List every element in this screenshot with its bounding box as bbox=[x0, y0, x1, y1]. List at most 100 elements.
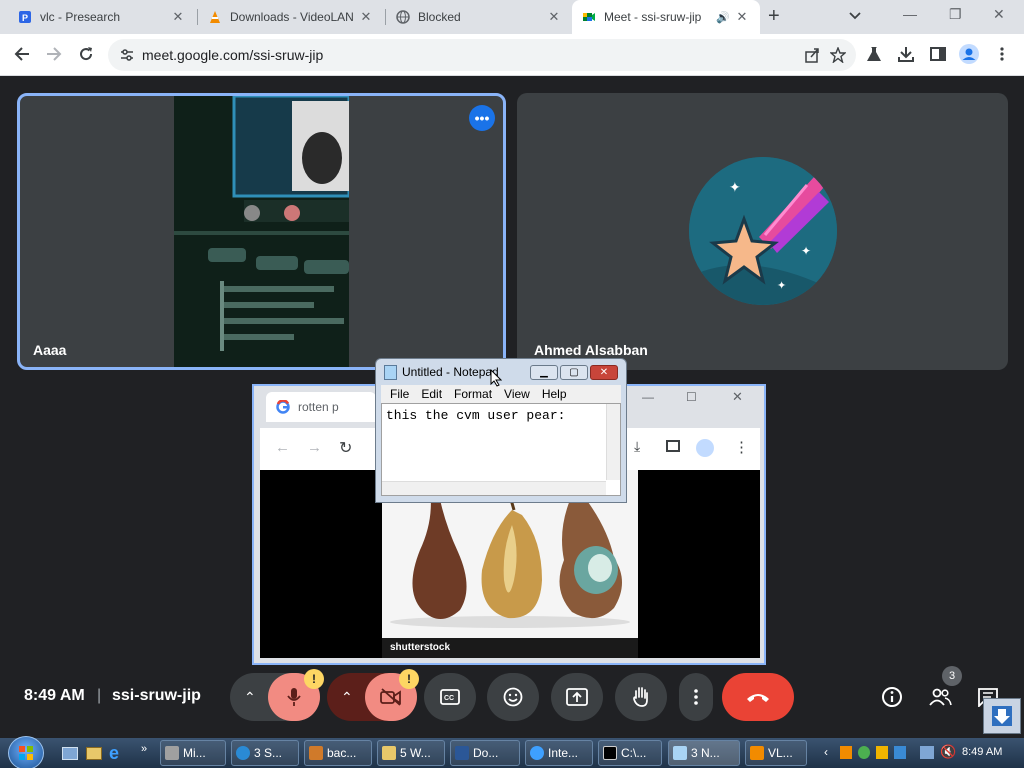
present-screen-button[interactable] bbox=[551, 673, 603, 721]
tray-security-icon[interactable] bbox=[876, 746, 888, 759]
tab-vlc-presearch[interactable]: P vlc - Presearch ✕ bbox=[8, 0, 196, 34]
tray-shield-icon[interactable] bbox=[858, 746, 870, 759]
video-frame-image bbox=[174, 96, 349, 367]
participant-video bbox=[174, 96, 349, 367]
notepad-close-button[interactable]: ✕ bbox=[590, 365, 618, 380]
participant-tile-ahmed[interactable]: ✦ ✦ ✦ Ahmed Alsabban bbox=[517, 93, 1008, 370]
taskbar-item[interactable]: 3 S... bbox=[231, 740, 299, 766]
new-tab-plus-icon[interactable]: + bbox=[768, 5, 780, 28]
notepad-content: this the cvm user pear: bbox=[386, 408, 566, 423]
taskbar-item[interactable]: 5 W... bbox=[377, 740, 445, 766]
site-info-tune-icon[interactable] bbox=[119, 47, 135, 63]
speaker-icon[interactable]: 🔊 bbox=[716, 11, 730, 24]
taskbar-item[interactable]: Inte... bbox=[525, 740, 593, 766]
more-options-button[interactable] bbox=[679, 673, 713, 721]
bottom-bar-separator: | bbox=[97, 687, 102, 704]
command-prompt-icon bbox=[603, 746, 617, 760]
taskbar-item[interactable]: VL... bbox=[745, 740, 807, 766]
menu-view[interactable]: View bbox=[504, 387, 530, 401]
notepad-icon bbox=[673, 746, 687, 760]
tray-volume-muted-icon[interactable]: 🔇 bbox=[940, 744, 956, 760]
minimize-window-icon[interactable]: — bbox=[903, 6, 917, 22]
taskbar-item[interactable]: bac... bbox=[304, 740, 372, 766]
gear-app-icon bbox=[165, 746, 179, 760]
profile-avatar-icon[interactable] bbox=[959, 44, 979, 64]
presented-browser-tab: rotten p bbox=[266, 392, 376, 422]
side-panel-icon[interactable] bbox=[928, 44, 948, 64]
restore-window-icon[interactable]: ❐ bbox=[949, 6, 962, 23]
presented-maximize-icon: ☐ bbox=[686, 390, 697, 404]
people-button[interactable] bbox=[926, 683, 954, 711]
tray-monitor-icon[interactable] bbox=[920, 746, 934, 759]
mic-warning-badge: ! bbox=[304, 669, 324, 689]
kebab-menu-icon[interactable] bbox=[992, 44, 1012, 64]
quicklaunch-overflow-icon[interactable]: » bbox=[141, 743, 147, 755]
screen: P vlc - Presearch ✕ Downloads - VideoLAN… bbox=[0, 0, 1024, 768]
notepad-window[interactable]: Untitled - Notepad ▁ ▢ ✕ File Edit Forma… bbox=[375, 358, 627, 503]
taskbar-item-label: 3 N... bbox=[691, 746, 720, 760]
close-icon[interactable]: ✕ bbox=[546, 9, 562, 25]
leave-call-button[interactable] bbox=[722, 673, 794, 721]
svg-text:✦: ✦ bbox=[777, 280, 786, 292]
close-icon[interactable]: ✕ bbox=[358, 9, 374, 25]
meeting-details-button[interactable] bbox=[878, 683, 906, 711]
taskbar-item[interactable]: Mi... bbox=[160, 740, 226, 766]
start-button[interactable] bbox=[8, 736, 44, 768]
notepad-text-area[interactable]: this the cvm user pear: bbox=[381, 403, 621, 496]
tab-blocked[interactable]: Blocked ✕ bbox=[386, 0, 572, 34]
video-options-chevron-icon[interactable]: ⌃ bbox=[341, 689, 353, 706]
taskbar-item-label: bac... bbox=[327, 746, 357, 760]
svg-text:✦: ✦ bbox=[729, 179, 741, 195]
menu-edit[interactable]: Edit bbox=[421, 387, 442, 401]
tab-strip: P vlc - Presearch ✕ Downloads - VideoLAN… bbox=[0, 0, 1024, 34]
close-window-icon[interactable]: ✕ bbox=[993, 6, 1005, 23]
emoji-icon bbox=[503, 687, 523, 707]
tray-expand-chevron-icon[interactable]: ‹ bbox=[824, 745, 828, 759]
vertical-scrollbar[interactable] bbox=[606, 404, 620, 480]
tray-vlc-icon[interactable] bbox=[840, 746, 852, 759]
emoji-reactions-button[interactable] bbox=[487, 673, 539, 721]
raise-hand-button[interactable] bbox=[615, 673, 667, 721]
forward-arrow-icon[interactable] bbox=[44, 44, 64, 64]
back-arrow-icon[interactable] bbox=[12, 44, 32, 64]
taskbar-item[interactable]: Do... bbox=[450, 740, 520, 766]
download-overlay-button[interactable] bbox=[983, 698, 1021, 734]
close-icon[interactable]: ✕ bbox=[170, 9, 186, 25]
tab-downloads-videolan[interactable]: Downloads - VideoLAN ✕ bbox=[198, 0, 384, 34]
menu-help[interactable]: Help bbox=[542, 387, 567, 401]
address-bar[interactable]: meet.google.com/ssi-sruw-jip bbox=[108, 39, 856, 71]
taskbar-item-active[interactable]: 3 N... bbox=[668, 740, 740, 766]
more-options-icon[interactable]: ••• bbox=[469, 105, 495, 131]
menu-format[interactable]: Format bbox=[454, 387, 492, 401]
participant-tile-aaaa[interactable]: ••• Aaaa bbox=[17, 93, 506, 370]
participant-name: Ahmed Alsabban bbox=[534, 342, 648, 358]
close-icon[interactable]: ✕ bbox=[734, 9, 750, 25]
bookmark-star-icon[interactable] bbox=[828, 45, 848, 65]
presented-download-icon: ⤓ bbox=[634, 438, 641, 454]
tab-search-chevron-icon[interactable] bbox=[849, 8, 861, 24]
participant-avatar: ✦ ✦ ✦ bbox=[689, 157, 837, 305]
labs-flask-icon[interactable] bbox=[864, 44, 884, 64]
explorer-quicklaunch-icon[interactable] bbox=[86, 747, 102, 760]
camera-warning-badge: ! bbox=[399, 669, 419, 689]
share-icon[interactable] bbox=[802, 45, 822, 65]
arrow-down-icon bbox=[992, 706, 1012, 726]
taskbar-item[interactable]: C:\... bbox=[598, 740, 662, 766]
show-desktop-icon[interactable] bbox=[62, 747, 78, 760]
menu-file[interactable]: File bbox=[390, 387, 409, 401]
download-icon[interactable] bbox=[896, 44, 916, 64]
horizontal-scrollbar[interactable] bbox=[382, 481, 606, 495]
folder-icon bbox=[382, 746, 396, 760]
audio-options-chevron-icon[interactable]: ⌃ bbox=[244, 689, 256, 706]
notepad-maximize-button[interactable]: ▢ bbox=[560, 365, 588, 380]
notepad-minimize-button[interactable]: ▁ bbox=[530, 365, 558, 380]
ie-quicklaunch-icon[interactable]: e bbox=[109, 743, 119, 764]
notepad-app-icon bbox=[384, 365, 397, 380]
captions-button[interactable]: CC bbox=[424, 673, 476, 721]
app-icon bbox=[309, 746, 323, 760]
tab-meet[interactable]: Meet - ssi-sruw-jip 🔊 ✕ bbox=[572, 0, 760, 34]
windows-taskbar: e » Mi... 3 S... bac... 5 W... Do... Int… bbox=[0, 736, 1024, 768]
google-g-icon bbox=[276, 400, 290, 414]
tray-network-icon[interactable] bbox=[894, 746, 906, 759]
reload-icon[interactable] bbox=[76, 44, 96, 64]
